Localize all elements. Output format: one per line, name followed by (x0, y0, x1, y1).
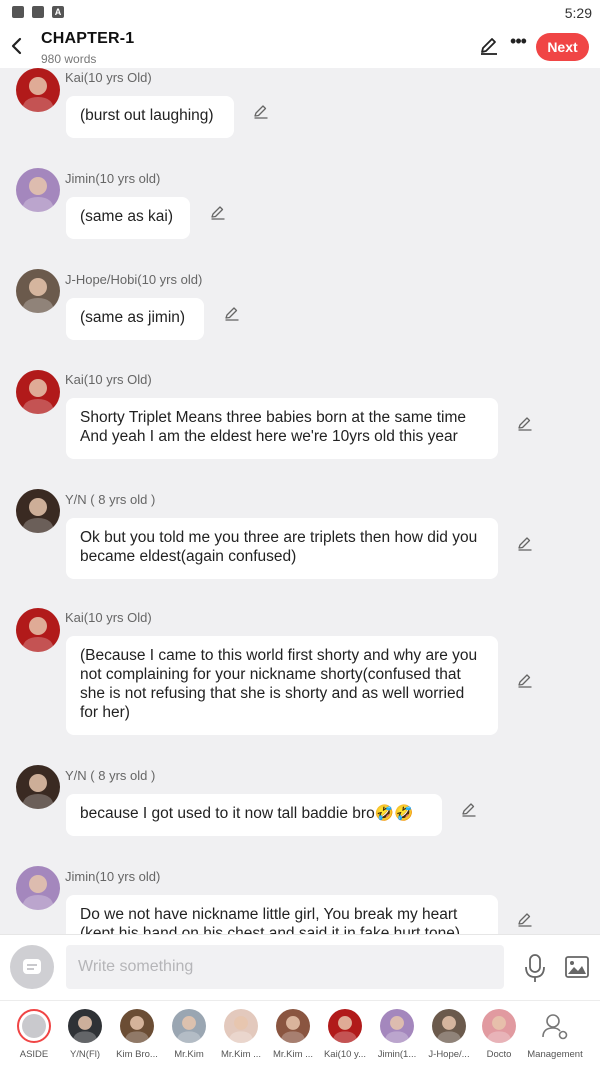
image-icon (12, 6, 24, 18)
status-time: 5:29 (564, 5, 592, 21)
edit-message-icon[interactable] (223, 304, 241, 322)
avatar[interactable] (16, 608, 60, 652)
character-item[interactable]: Kim Bro... (112, 1009, 162, 1060)
character-bar[interactable]: ASIDE Y/N(Fl) Kim Bro... Mr.Kim Mr.Kim .… (0, 1000, 600, 1067)
aside-icon (23, 959, 41, 974)
character-label: Mr.Kim ... (272, 1049, 314, 1060)
avatar[interactable] (16, 269, 60, 313)
character-label: Jimin(1... (377, 1049, 417, 1060)
chapter-title: CHAPTER-1 (41, 30, 135, 47)
folder-icon (32, 6, 44, 18)
message-bubble[interactable]: Ok but you told me you three are triplet… (66, 518, 498, 579)
character-item[interactable]: Jimin(1... (372, 1009, 422, 1060)
message-bubble[interactable]: (same as jimin) (66, 298, 204, 340)
sender-name: Y/N ( 8 yrs old ) (65, 768, 156, 783)
sender-name: Y/N ( 8 yrs old ) (65, 492, 156, 507)
back-icon (11, 37, 22, 55)
character-label: Docto (486, 1049, 512, 1060)
message-bubble[interactable]: (Because I came to this world first shor… (66, 636, 498, 735)
avatar[interactable] (16, 489, 60, 533)
status-icons: A (12, 6, 64, 18)
character-avatar (482, 1009, 516, 1043)
character-label: ASIDE (19, 1049, 49, 1060)
edit-message-icon[interactable] (252, 102, 270, 120)
character-item[interactable]: Kai(10 y... (320, 1009, 370, 1060)
character-avatar (172, 1009, 206, 1043)
aside-button[interactable] (10, 945, 54, 989)
character-item[interactable]: Mr.Kim ... (216, 1009, 266, 1060)
character-item[interactable]: J-Hope/... (424, 1009, 474, 1060)
character-label: Mr.Kim (174, 1049, 204, 1060)
edit-message-icon[interactable] (460, 800, 478, 818)
character-avatar (68, 1009, 102, 1043)
message-bubble[interactable]: (same as kai) (66, 197, 190, 239)
avatar[interactable] (16, 765, 60, 809)
message-bubble[interactable]: Do we not have nickname little girl, You… (66, 895, 498, 934)
avatar[interactable] (16, 866, 60, 910)
sender-name: Jimin(10 yrs old) (65, 869, 161, 884)
edit-message-icon[interactable] (516, 534, 534, 552)
edit-message-icon[interactable] (516, 414, 534, 432)
next-button[interactable]: Next (536, 33, 589, 61)
character-label: Management (527, 1049, 583, 1060)
message-bubble[interactable]: because I got used to it now tall baddie… (66, 794, 442, 836)
edit-message-icon[interactable] (209, 203, 227, 221)
character-label: Kai(10 y... (323, 1049, 367, 1060)
header: CHAPTER-1 980 words ••• Next (0, 26, 600, 68)
character-avatar (380, 1009, 414, 1043)
character-label: Y/N(Fl) (69, 1049, 101, 1060)
composer-bar (0, 934, 600, 1000)
avatar[interactable] (16, 68, 60, 112)
character-avatar (276, 1009, 310, 1043)
sender-name: Jimin(10 yrs old) (65, 171, 161, 186)
character-item[interactable]: Mr.Kim ... (268, 1009, 318, 1060)
back-button[interactable] (8, 34, 28, 58)
image-icon (565, 956, 589, 978)
edit-message-icon[interactable] (516, 910, 534, 928)
character-avatar (432, 1009, 466, 1043)
chat-area[interactable]: Kai(10 yrs Old) (burst out laughing) Jim… (0, 68, 600, 934)
character-avatar (120, 1009, 154, 1043)
avatar[interactable] (16, 168, 60, 212)
sender-name: J-Hope/Hobi(10 yrs old) (65, 272, 203, 287)
character-item[interactable]: Docto (474, 1009, 524, 1060)
message-input[interactable] (66, 945, 504, 989)
mic-button[interactable] (522, 953, 548, 983)
character-label: Mr.Kim ... (220, 1049, 262, 1060)
sender-name: Kai(10 yrs Old) (65, 610, 152, 625)
status-bar: A 5:29 (0, 0, 600, 26)
aside-avatar (17, 1009, 51, 1043)
character-item[interactable]: Mr.Kim (164, 1009, 214, 1060)
image-button[interactable] (564, 955, 590, 979)
sender-name: Kai(10 yrs Old) (65, 70, 152, 85)
management-icon (542, 1014, 568, 1040)
mic-icon (525, 954, 545, 982)
character-item[interactable]: Y/N(Fl) (60, 1009, 110, 1060)
message-bubble[interactable]: (burst out laughing) (66, 96, 234, 138)
more-button[interactable]: ••• (507, 30, 529, 56)
character-label: Kim Bro... (116, 1049, 158, 1060)
character-label: J-Hope/... (428, 1049, 470, 1060)
avatar[interactable] (16, 370, 60, 414)
message-bubble[interactable]: Shorty Triplet Means three babies born a… (66, 398, 498, 459)
more-icon: ••• (510, 31, 527, 51)
a-icon: A (52, 6, 64, 18)
sender-name: Kai(10 yrs Old) (65, 372, 152, 387)
edit-title-button[interactable] (478, 35, 500, 57)
character-avatar (224, 1009, 258, 1043)
edit-message-icon[interactable] (516, 671, 534, 689)
pen-icon (481, 38, 497, 55)
word-count: 980 words (41, 52, 97, 66)
management-button[interactable]: Management (527, 1009, 583, 1060)
character-avatar (328, 1009, 362, 1043)
character-aside[interactable]: ASIDE (9, 1009, 59, 1060)
